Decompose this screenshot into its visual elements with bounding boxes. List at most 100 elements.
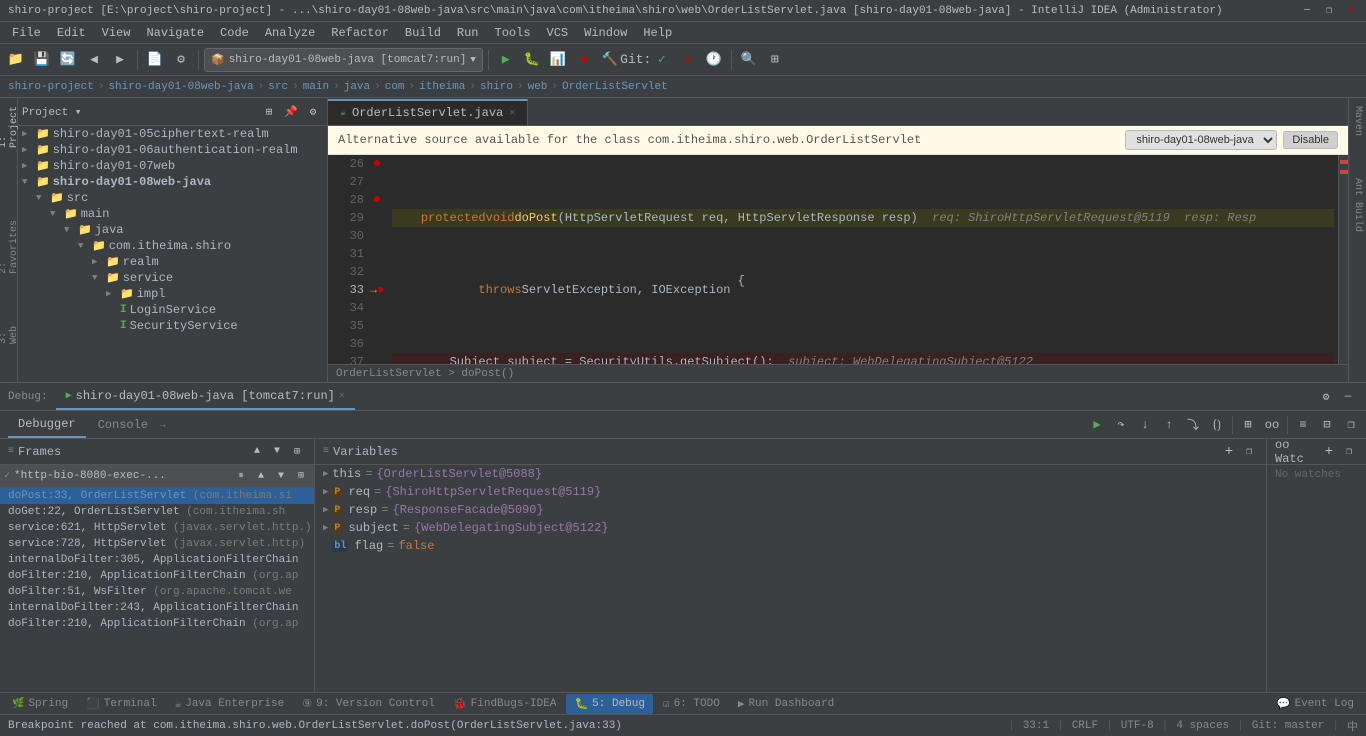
tree-item-service[interactable]: ▼ 📁 service bbox=[18, 270, 327, 286]
tree-item-src[interactable]: ▼ 📁 src bbox=[18, 190, 327, 206]
code-content[interactable]: protected void doPost(HttpServletRequest… bbox=[388, 155, 1338, 364]
frame-item-8[interactable]: doFilter:210, ApplicationFilterChain (or… bbox=[0, 616, 314, 632]
frame-item-1[interactable]: doGet:22, OrderListServlet (com.itheima.… bbox=[0, 504, 314, 520]
menu-run[interactable]: Run bbox=[449, 24, 487, 42]
sidebar-gear-btn[interactable]: ⚙ bbox=[303, 102, 323, 122]
tab-console[interactable]: Console bbox=[88, 412, 158, 438]
tab-findbugs[interactable]: 🐞 FindBugs-IDEA bbox=[445, 694, 565, 714]
right-panel-maven[interactable]: Maven bbox=[1350, 102, 1365, 140]
thread-pause-btn[interactable]: ⏸ bbox=[232, 467, 250, 485]
debug-step-over-btn[interactable]: ↷ bbox=[1110, 414, 1132, 436]
tree-item-06[interactable]: ▶ 📁 shiro-day01-06authentication-realm bbox=[18, 142, 327, 158]
toolbar-open-btn[interactable]: 📁 bbox=[4, 48, 28, 72]
tab-spring[interactable]: 🌿 Spring bbox=[4, 694, 76, 714]
var-this[interactable]: ▶ this = {OrderListServlet@5088} bbox=[315, 465, 1266, 483]
bc-com[interactable]: com bbox=[385, 81, 405, 93]
frame-item-7[interactable]: internalDoFilter:243, ApplicationFilterC… bbox=[0, 600, 314, 616]
alt-source-select[interactable]: shiro-day01-08web-java bbox=[1125, 130, 1277, 150]
var-flag[interactable]: ▶ bl flag = false bbox=[315, 537, 1266, 555]
var-req[interactable]: ▶ P req = {ShiroHttpServletRequest@5119} bbox=[315, 483, 1266, 501]
menu-help[interactable]: Help bbox=[635, 24, 680, 42]
bc-web[interactable]: web bbox=[528, 81, 548, 93]
thread-down-btn[interactable]: ▼ bbox=[272, 467, 290, 485]
bc-itheima[interactable]: itheima bbox=[419, 81, 465, 93]
toolbar-check-btn[interactable]: ✓ bbox=[650, 48, 674, 72]
menu-view[interactable]: View bbox=[94, 24, 139, 42]
debug-btn[interactable]: 🐛 bbox=[520, 48, 544, 72]
debug-watches-btn[interactable]: oo bbox=[1261, 414, 1283, 436]
tree-item-realm[interactable]: ▶ 📁 realm bbox=[18, 254, 327, 270]
menu-vcs[interactable]: VCS bbox=[539, 24, 577, 42]
toolbar-back-btn[interactable]: ◀ bbox=[82, 48, 106, 72]
frames-filter-btn[interactable]: ⊞ bbox=[288, 443, 306, 461]
toolbar-clock-btn[interactable]: 🕐 bbox=[702, 48, 726, 72]
thread-item[interactable]: ✓ *http-bio-8080-exec-... ⏸ ▲ ▼ ⊞ bbox=[0, 465, 314, 488]
gutter-33[interactable]: →● bbox=[368, 281, 386, 299]
bc-project[interactable]: shiro-project bbox=[8, 81, 94, 93]
menu-file[interactable]: File bbox=[4, 24, 49, 42]
gutter-37[interactable] bbox=[368, 353, 386, 364]
debug-restore-btn[interactable]: ❐ bbox=[1340, 414, 1362, 436]
debug-step-into-btn[interactable]: ↓ bbox=[1134, 414, 1156, 436]
debug-minimize-btn[interactable]: — bbox=[1338, 387, 1358, 407]
tab-run-dashboard[interactable]: ▶ Run Dashboard bbox=[730, 694, 842, 714]
debug-layout-btn[interactable]: ⊟ bbox=[1316, 414, 1338, 436]
gutter-30[interactable] bbox=[368, 227, 386, 245]
tab-event-log[interactable]: 💬 Event Log bbox=[1269, 694, 1362, 714]
sidebar-collapse-btn[interactable]: ⊞ bbox=[259, 102, 279, 122]
build-btn[interactable]: 🔨 bbox=[598, 48, 622, 72]
toolbar-file-btn[interactable]: 📄 bbox=[143, 48, 167, 72]
debug-eval-btn[interactable]: ⟮⟯ bbox=[1206, 414, 1228, 436]
left-panel-favorites[interactable]: 2: Favorites bbox=[0, 216, 22, 278]
restore-button[interactable]: ❐ bbox=[1322, 4, 1336, 18]
debug-tab-close[interactable]: ✕ bbox=[339, 390, 345, 402]
frame-item-0[interactable]: doPost:33, OrderListServlet (com.itheima… bbox=[0, 488, 314, 504]
bc-servlet[interactable]: OrderListServlet bbox=[562, 81, 668, 93]
editor-tab-orderlistservlet[interactable]: ☕ OrderListServlet.java ✕ bbox=[328, 99, 528, 125]
frames-down-btn[interactable]: ▼ bbox=[268, 443, 286, 461]
bc-module[interactable]: shiro-day01-08web-java bbox=[108, 81, 253, 93]
tab-debug[interactable]: 🐛 5: Debug bbox=[566, 694, 653, 714]
frame-item-3[interactable]: service:728, HttpServlet (javax.servlet.… bbox=[0, 536, 314, 552]
var-subject[interactable]: ▶ P subject = {WebDelegatingSubject@5122… bbox=[315, 519, 1266, 537]
menu-code[interactable]: Code bbox=[212, 24, 257, 42]
toolbar-git-btn[interactable]: Git: bbox=[624, 48, 648, 72]
menu-refactor[interactable]: Refactor bbox=[323, 24, 397, 42]
debug-resume-btn[interactable]: ▶ bbox=[1086, 414, 1108, 436]
debug-main-tab[interactable]: ▶ shiro-day01-08web-java [tomcat7:run] ✕ bbox=[56, 384, 355, 410]
left-panel-web[interactable]: 3: Web bbox=[0, 322, 22, 348]
tab-close-btn[interactable]: ✕ bbox=[509, 107, 515, 119]
console-switch[interactable]: → bbox=[160, 420, 165, 430]
gutter-34[interactable] bbox=[368, 299, 386, 317]
tree-item-08[interactable]: ▼ 📁 shiro-day01-08web-java bbox=[18, 174, 327, 190]
toolbar-save-btn[interactable]: 💾 bbox=[30, 48, 54, 72]
tree-item-comdot[interactable]: ▼ 📁 com.itheima.shiro bbox=[18, 238, 327, 254]
thread-up-btn[interactable]: ▲ bbox=[252, 467, 270, 485]
tree-item-securityservice[interactable]: ▶ I SecurityService bbox=[18, 318, 327, 334]
gutter-28[interactable]: ● bbox=[368, 191, 386, 209]
debug-settings-btn[interactable]: ⚙ bbox=[1316, 387, 1336, 407]
run-config-dropdown[interactable]: 📦 shiro-day01-08web-java [tomcat7:run] ▼ bbox=[204, 48, 483, 72]
menu-analyze[interactable]: Analyze bbox=[257, 24, 323, 42]
tab-todo[interactable]: ☑ 6: TODO bbox=[655, 694, 728, 714]
tab-version-control[interactable]: ⑨ 9: Version Control bbox=[294, 694, 443, 714]
tree-item-java[interactable]: ▼ 📁 java bbox=[18, 222, 327, 238]
tab-java-enterprise[interactable]: ☕ Java Enterprise bbox=[167, 694, 293, 714]
menu-window[interactable]: Window bbox=[576, 24, 635, 42]
frame-item-2[interactable]: service:621, HttpServlet (javax.servlet.… bbox=[0, 520, 314, 536]
editor-scrollbar[interactable] bbox=[1338, 155, 1348, 364]
toolbar-x-btn[interactable]: ✕ bbox=[676, 48, 700, 72]
tab-terminal[interactable]: ⬛ Terminal bbox=[78, 694, 165, 714]
gutter-29[interactable] bbox=[368, 209, 386, 227]
tree-item-main[interactable]: ▼ 📁 main bbox=[18, 206, 327, 222]
profile-btn[interactable]: 📊 bbox=[546, 48, 570, 72]
vars-restore-btn[interactable]: ❐ bbox=[1240, 443, 1258, 461]
code-editor[interactable]: 26 27 28 29 30 31 32 33 34 35 36 37 38 ● bbox=[328, 155, 1348, 364]
gutter-27[interactable] bbox=[368, 173, 386, 191]
thread-filter-btn[interactable]: ⊞ bbox=[292, 467, 310, 485]
gutter-32[interactable] bbox=[368, 263, 386, 281]
gutter-35[interactable] bbox=[368, 317, 386, 335]
disable-button[interactable]: Disable bbox=[1283, 131, 1338, 149]
toolbar-sync-btn[interactable]: 🔄 bbox=[56, 48, 80, 72]
frame-item-5[interactable]: doFilter:210, ApplicationFilterChain (or… bbox=[0, 568, 314, 584]
